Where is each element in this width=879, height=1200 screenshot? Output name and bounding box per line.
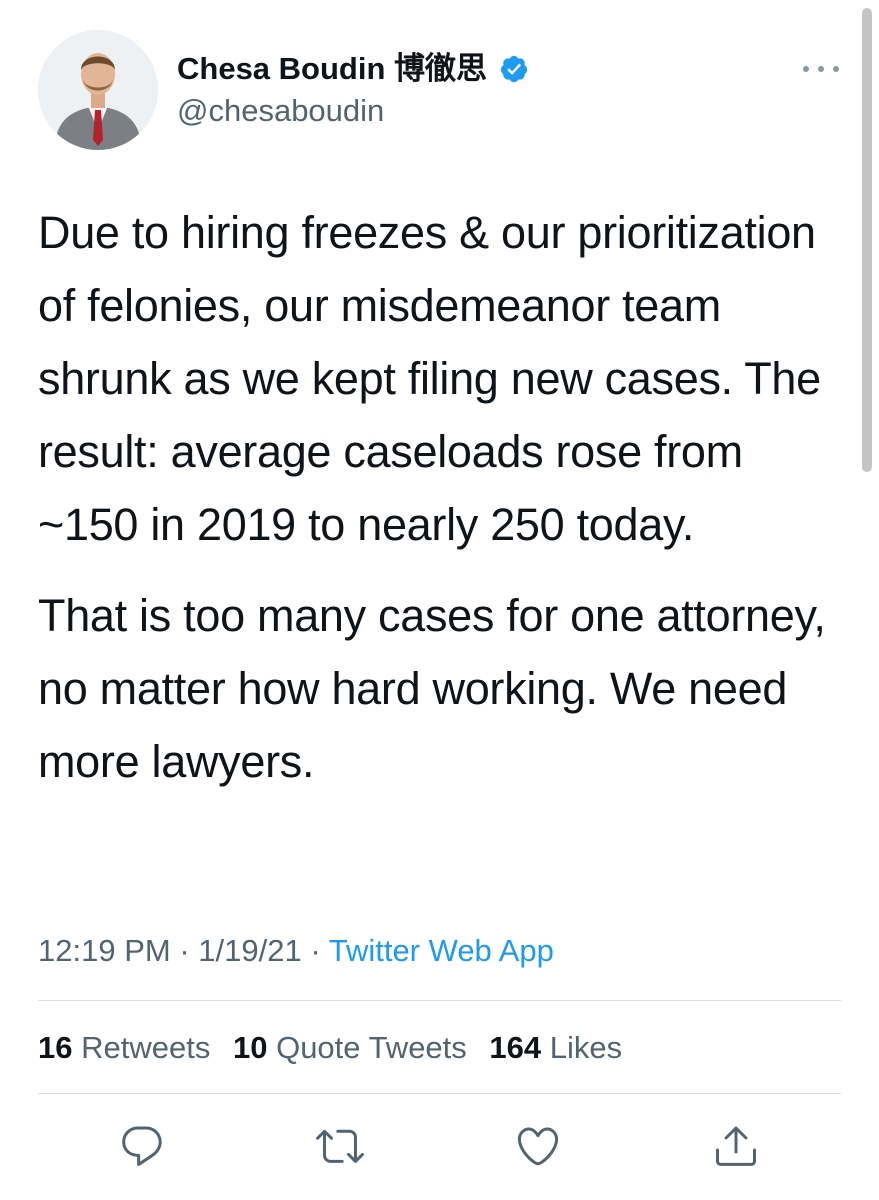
tweet-source-link[interactable]: Twitter Web App (329, 933, 554, 968)
tweet-paragraph: That is too many cases for one attorney,… (38, 590, 826, 787)
likes-label: Likes (549, 1030, 623, 1065)
likes-stat[interactable]: 164 Likes (489, 1030, 622, 1065)
verified-badge-icon (499, 54, 529, 84)
heart-icon (517, 1127, 559, 1166)
like-button[interactable] (514, 1122, 562, 1170)
tweet-date[interactable]: 1/19/21 (198, 933, 301, 968)
tweet-paragraph: Due to hiring freezes & our prioritizati… (38, 207, 821, 550)
retweets-count: 16 (38, 1030, 73, 1065)
likes-count: 164 (489, 1030, 542, 1065)
avatar-photo (38, 30, 158, 150)
more-dot (833, 66, 839, 72)
quote-tweets-count: 10 (232, 1030, 268, 1065)
retweets-label: Retweets (81, 1030, 211, 1065)
divider (38, 1000, 841, 1001)
retweet-icon (316, 1129, 364, 1163)
tweet-metadata: 12:19 PM · 1/19/21 · Twitter Web App (38, 930, 554, 972)
user-handle[interactable]: @chesaboudin (177, 92, 384, 130)
display-name-text: Chesa Boudin 博徹思 (177, 51, 488, 86)
display-name[interactable]: Chesa Boudin 博徹思 (177, 50, 529, 88)
tweet-text: Due to hiring freezes & our prioritizati… (38, 196, 853, 816)
engagement-stats: 16 Retweets 10 Quote Tweets 164 Likes (38, 1027, 636, 1069)
share-button[interactable] (712, 1122, 760, 1170)
meta-separator: · (310, 933, 329, 968)
quote-tweets-stat[interactable]: 10 Quote Tweets (233, 1030, 467, 1065)
tweet-time[interactable]: 12:19 PM (38, 933, 171, 968)
divider (38, 1093, 841, 1094)
retweets-stat[interactable]: 16 Retweets (38, 1030, 210, 1065)
more-dot (803, 66, 809, 72)
reply-button[interactable] (118, 1122, 166, 1170)
more-dot (818, 66, 824, 72)
scrollbar[interactable] (862, 8, 872, 472)
more-options-icon[interactable] (803, 58, 839, 80)
reply-icon (122, 1126, 162, 1166)
avatar[interactable] (38, 30, 158, 150)
quote-tweets-label: Quote Tweets (276, 1030, 467, 1065)
meta-separator: · (179, 933, 199, 968)
retweet-button[interactable] (316, 1122, 364, 1170)
share-icon (716, 1126, 756, 1166)
